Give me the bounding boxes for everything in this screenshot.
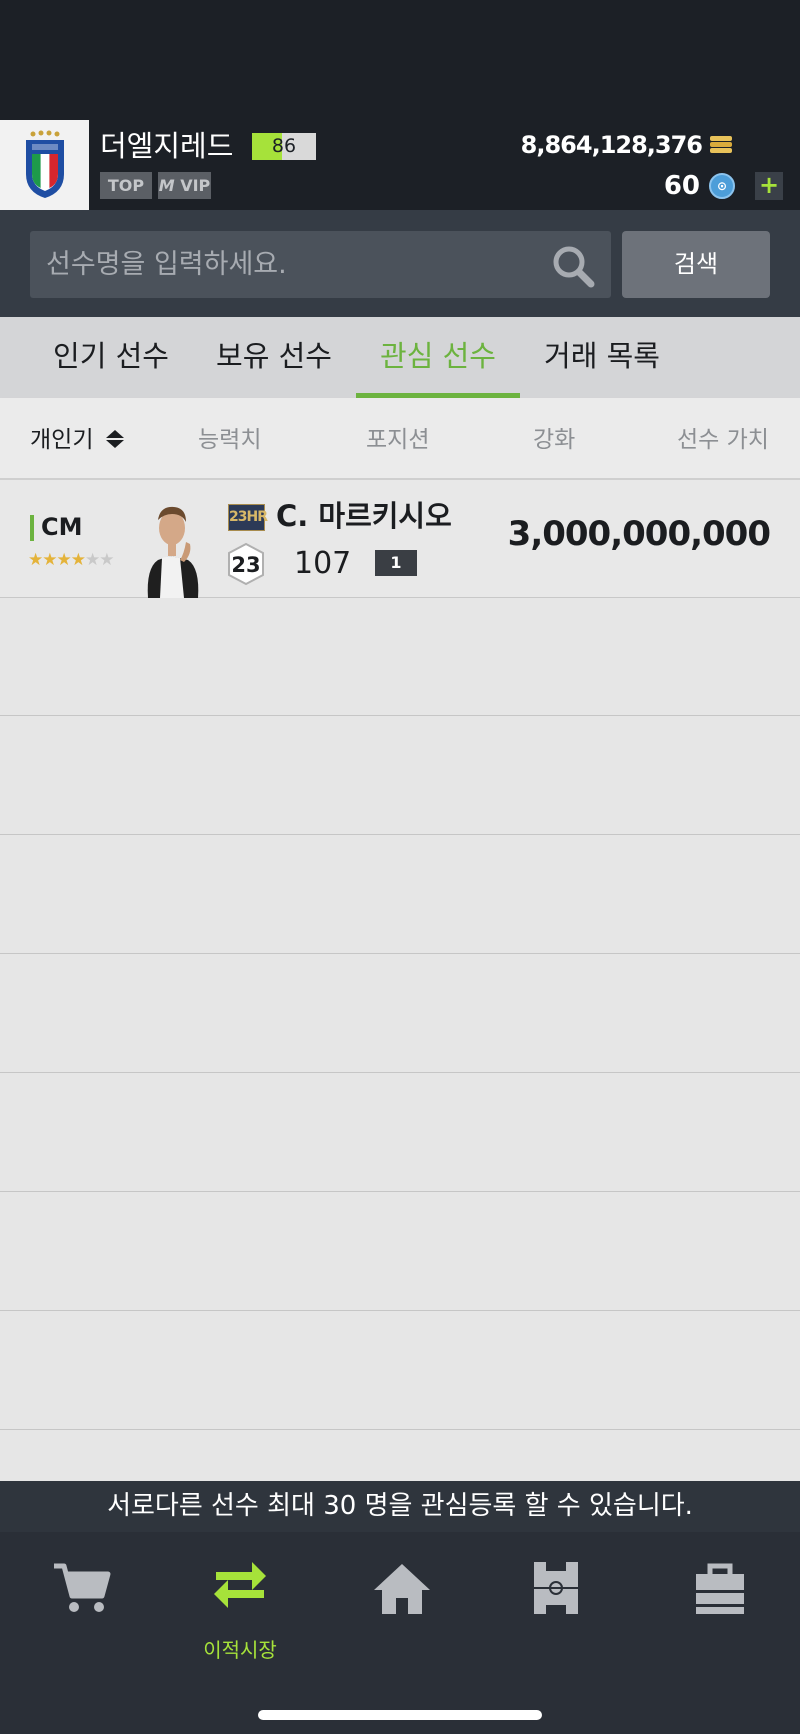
search-icon[interactable]: [550, 243, 596, 289]
player-name: C. 마르키시오: [276, 499, 452, 533]
status-bar: [0, 0, 800, 120]
nav-home[interactable]: [340, 1552, 460, 1652]
bp-balance: 8,864,128,376: [520, 131, 703, 159]
search-input[interactable]: [46, 231, 546, 298]
star-filled-icon: ★: [70, 550, 86, 570]
star-empty-icon: ★: [85, 550, 100, 570]
tab-popular-players[interactable]: 인기 선수: [30, 317, 192, 398]
sort-upgrade[interactable]: 강화: [533, 398, 575, 480]
player-ovr: 107: [294, 546, 352, 581]
tab-watchlist-players[interactable]: 관심 선수: [356, 317, 520, 398]
level-badge: 86: [252, 133, 316, 160]
sort-player-value[interactable]: 선수 가치: [677, 398, 769, 480]
star-filled-icon: ★: [42, 550, 57, 570]
home-icon: [374, 1564, 430, 1614]
manager-name: 더엘지레드: [100, 129, 234, 163]
squad-field-icon: [534, 1562, 578, 1614]
locker-icon: [696, 1563, 744, 1614]
player-row[interactable]: CM ★★★★★★ 23HR C. 마르키시오 23 107 1 3,000,0…: [0, 480, 800, 598]
watchlist-notice: 서로다른 선수 최대 30 명을 관심등록 할 수 있습니다.: [0, 1481, 800, 1532]
player-pay: 23: [231, 553, 261, 577]
position-color-bar: [30, 515, 34, 541]
search-button[interactable]: 검색: [622, 231, 770, 298]
player-position: CM: [41, 513, 83, 541]
empty-slot-row: [0, 1312, 800, 1430]
season-badge: 23HR: [228, 504, 268, 531]
home-indicator[interactable]: [258, 1710, 542, 1720]
sort-bar: 개인기 능력치 포지션 강화 선수 가치: [0, 398, 800, 480]
sort-direction-icon[interactable]: [104, 428, 126, 450]
team-emblem[interactable]: [0, 120, 89, 210]
star-empty-icon: ★: [99, 550, 114, 570]
search-area: 검색: [0, 210, 800, 317]
fc-coin-icon: ⊙: [709, 173, 735, 199]
vip-tag: M VIP: [158, 172, 211, 199]
star-filled-icon: ★: [56, 550, 72, 570]
sort-skill-moves[interactable]: 개인기: [30, 398, 93, 480]
empty-slot-row: [0, 1074, 800, 1192]
cart-icon: [54, 1563, 111, 1612]
nav-transfer-market[interactable]: 이적시장: [180, 1552, 300, 1662]
star-filled-icon: ★: [28, 550, 43, 570]
italy-crest-icon: [26, 130, 64, 198]
nav-locker[interactable]: [660, 1552, 780, 1652]
bottom-nav: 이적시장: [0, 1532, 800, 1734]
skill-stars: ★★★★★★: [28, 550, 115, 570]
top-tag: TOP: [100, 172, 152, 199]
add-fc-button[interactable]: +: [755, 172, 783, 200]
tab-trade-list[interactable]: 거래 목록: [520, 317, 684, 398]
sort-ovr[interactable]: 능력치: [198, 398, 261, 480]
empty-slot-row: [0, 836, 800, 954]
market-tabs: 인기 선수 보유 선수 관심 선수 거래 목록: [0, 317, 800, 398]
empty-slot-row: [0, 717, 800, 835]
tab-owned-players[interactable]: 보유 선수: [192, 317, 356, 398]
player-photo: [147, 506, 199, 598]
nav-shop[interactable]: [20, 1552, 140, 1652]
search-field[interactable]: [30, 231, 611, 298]
profile-bar: 더엘지레드 86 TOP M VIP 8,864,128,376 60 ⊙ +: [0, 120, 800, 210]
transfer-arrows-icon: [214, 1562, 266, 1608]
fc-balance: 60: [663, 171, 700, 201]
empty-slot-row: [0, 1193, 800, 1311]
nav-transfer-label: 이적시장: [203, 1638, 277, 1662]
nav-squad[interactable]: [500, 1552, 620, 1652]
player-price: 3,000,000,000: [507, 514, 771, 554]
upgrade-grade: 1: [375, 550, 417, 576]
empty-slot-row: [0, 598, 800, 716]
level-number: 86: [271, 135, 297, 157]
bp-coin-icon: [710, 136, 732, 153]
empty-slot-row: [0, 955, 800, 1073]
sort-position[interactable]: 포지션: [366, 398, 429, 480]
